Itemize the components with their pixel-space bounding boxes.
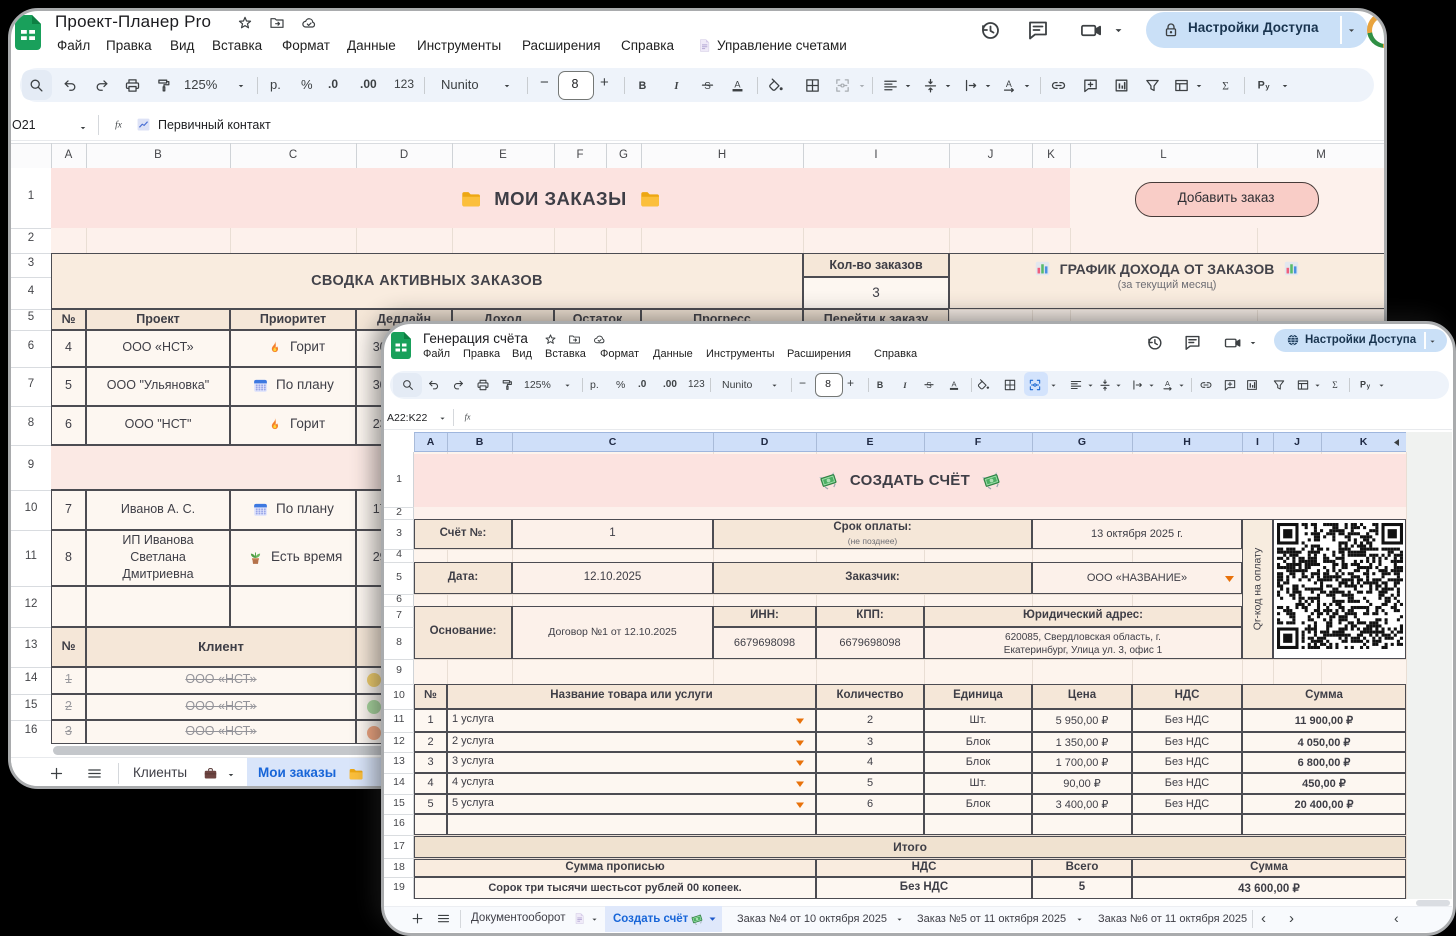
svg-text:S: S [704, 81, 711, 92]
svg-text:A: A [951, 379, 957, 388]
svg-text:B: B [639, 80, 647, 92]
svg-text:A: A [1165, 379, 1170, 388]
svg-text:I: I [673, 81, 679, 92]
svg-text:B: B [877, 380, 883, 390]
svg-text:A: A [734, 79, 741, 89]
svg-text:у: у [1265, 82, 1270, 91]
svg-text:A: A [1006, 79, 1012, 89]
svg-text:Σ: Σ [1222, 80, 1229, 92]
svg-text:P: P [1258, 80, 1265, 92]
svg-text:у: у [1367, 383, 1371, 390]
svg-text:fx: fx [115, 120, 123, 130]
svg-text:I: I [902, 380, 907, 390]
svg-text:S: S [926, 381, 932, 390]
svg-text:P: P [1360, 380, 1366, 390]
svg-text:Σ: Σ [1332, 381, 1337, 391]
svg-text:fx: fx [465, 412, 471, 421]
